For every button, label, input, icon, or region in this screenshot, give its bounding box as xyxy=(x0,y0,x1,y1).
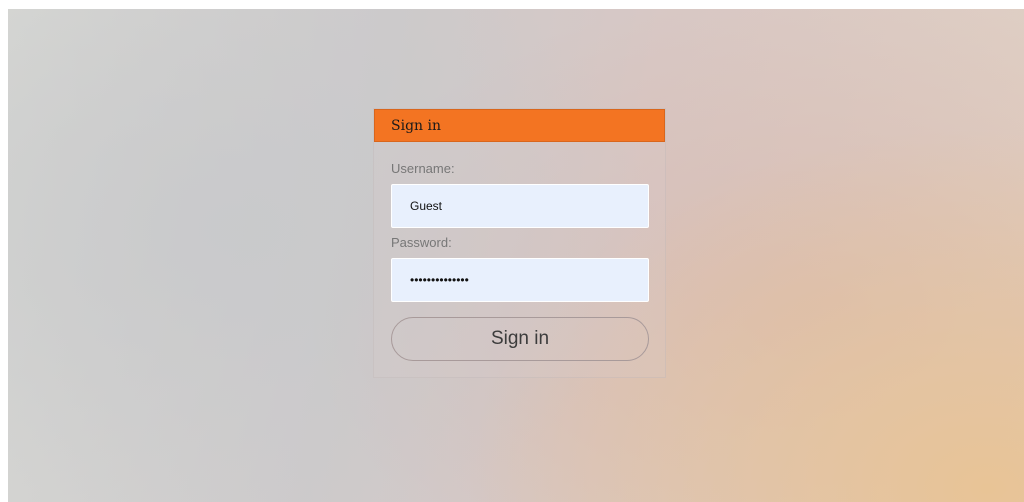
panel-header: Sign in xyxy=(374,109,665,142)
username-label: Username: xyxy=(391,161,455,176)
password-field[interactable] xyxy=(391,258,649,302)
sign-in-button[interactable]: Sign in xyxy=(391,317,649,361)
sign-in-panel: Sign in Username: Password: Sign in xyxy=(373,108,666,378)
page-background: Sign in Username: Password: Sign in xyxy=(8,9,1024,502)
password-label: Password: xyxy=(391,235,452,250)
panel-title: Sign in xyxy=(391,117,441,134)
login-form: Username: Password: Sign in xyxy=(374,142,665,361)
username-field[interactable] xyxy=(391,184,649,228)
